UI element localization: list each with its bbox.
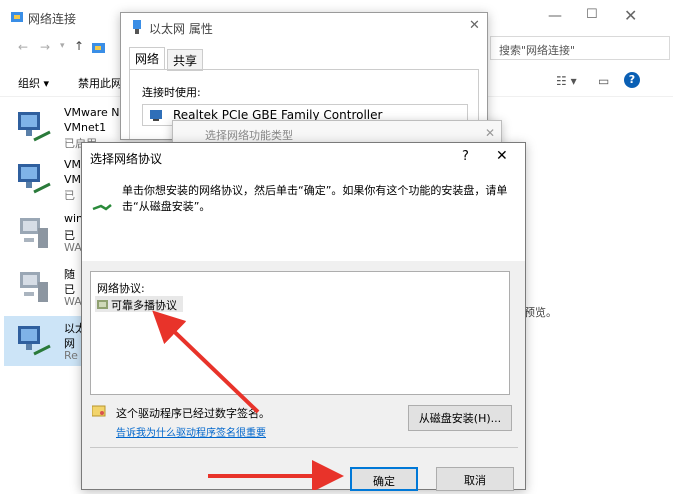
annotation-overlay [152,310,344,490]
arrow-to-protocol [152,310,260,414]
